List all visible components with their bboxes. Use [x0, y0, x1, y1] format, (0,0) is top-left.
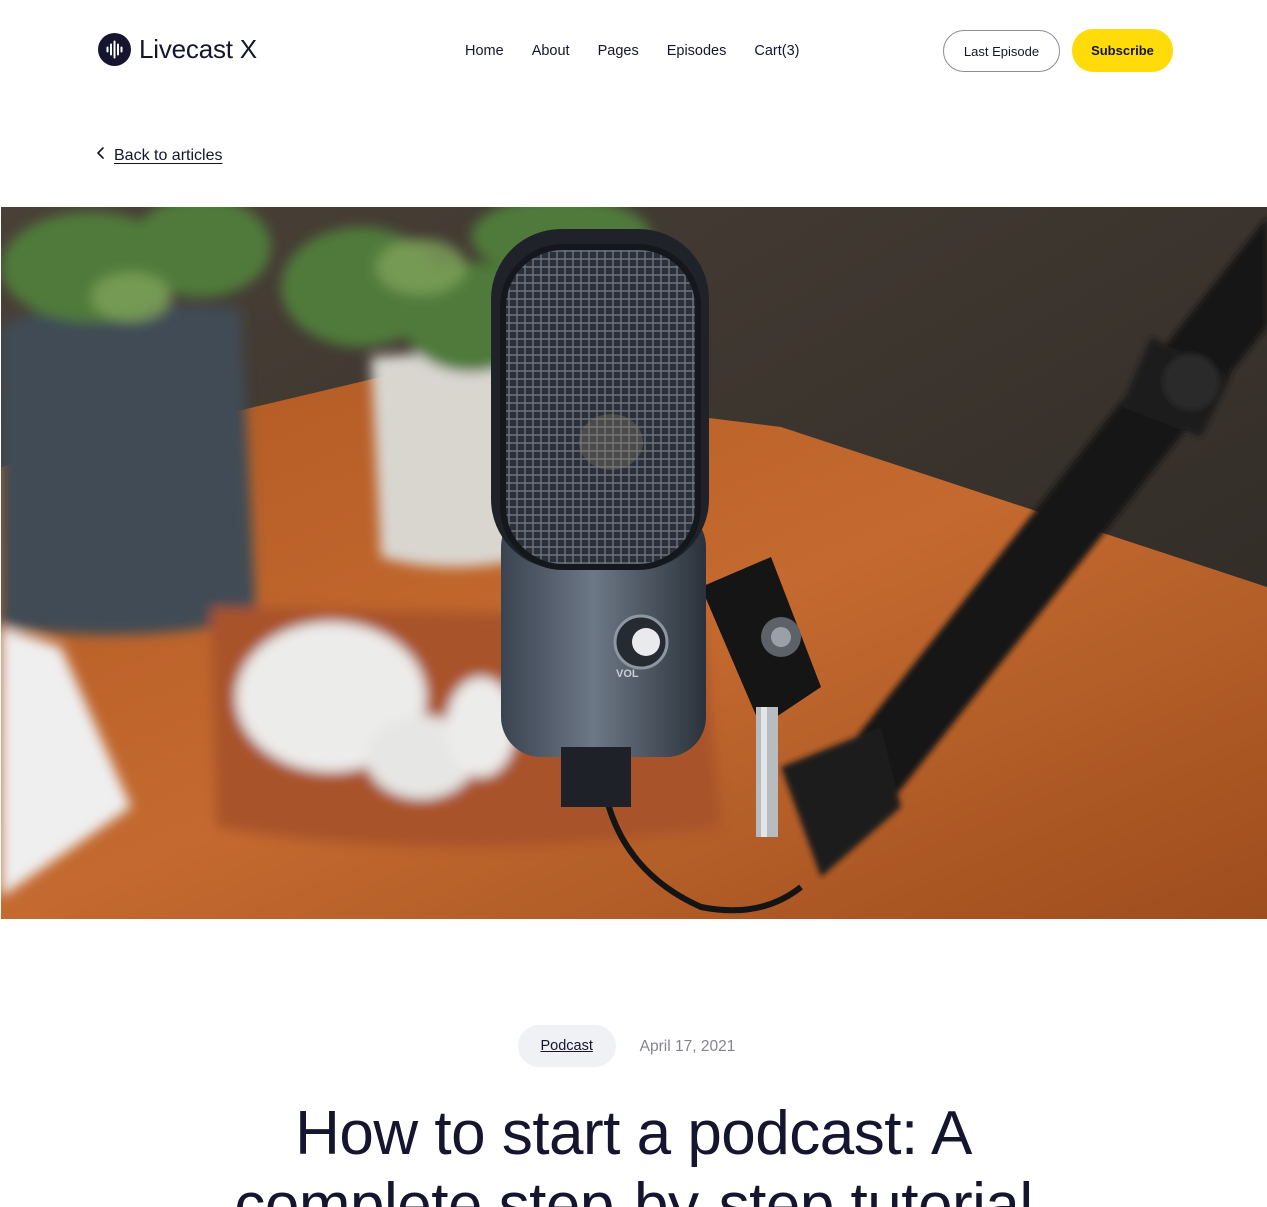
- article-title: How to start a podcast: A complete step-…: [234, 1099, 1033, 1207]
- back-to-articles-link[interactable]: Back to articles: [96, 146, 222, 165]
- nav-about[interactable]: About: [532, 42, 570, 60]
- brand-name: Livecast X: [139, 34, 257, 64]
- main-nav: Home About Pages Episodes Cart(3): [465, 42, 800, 60]
- publish-date: April 17, 2021: [639, 1038, 736, 1055]
- last-episode-button[interactable]: Last Episode: [943, 30, 1060, 72]
- article-meta: Podcast April 17, 2021: [0, 1025, 1267, 1067]
- site-header: Livecast X Home About Pages Episodes Car…: [0, 0, 1267, 100]
- nav-episodes[interactable]: Episodes: [667, 42, 727, 60]
- microphone-illustration: VOL: [1, 207, 1267, 919]
- category-tag[interactable]: Podcast: [517, 1025, 616, 1067]
- subscribe-button[interactable]: Subscribe: [1072, 29, 1173, 72]
- hero-image: VOL: [1, 207, 1267, 919]
- nav-pages[interactable]: Pages: [598, 42, 639, 60]
- back-link-label: Back to articles: [114, 146, 223, 164]
- nav-home[interactable]: Home: [465, 42, 504, 60]
- svg-text:VOL: VOL: [616, 668, 639, 680]
- sound-wave-icon: [98, 33, 131, 66]
- brand-logo[interactable]: Livecast X: [98, 33, 257, 66]
- chevron-left-icon: [96, 146, 106, 165]
- nav-cart[interactable]: Cart(3): [754, 42, 799, 60]
